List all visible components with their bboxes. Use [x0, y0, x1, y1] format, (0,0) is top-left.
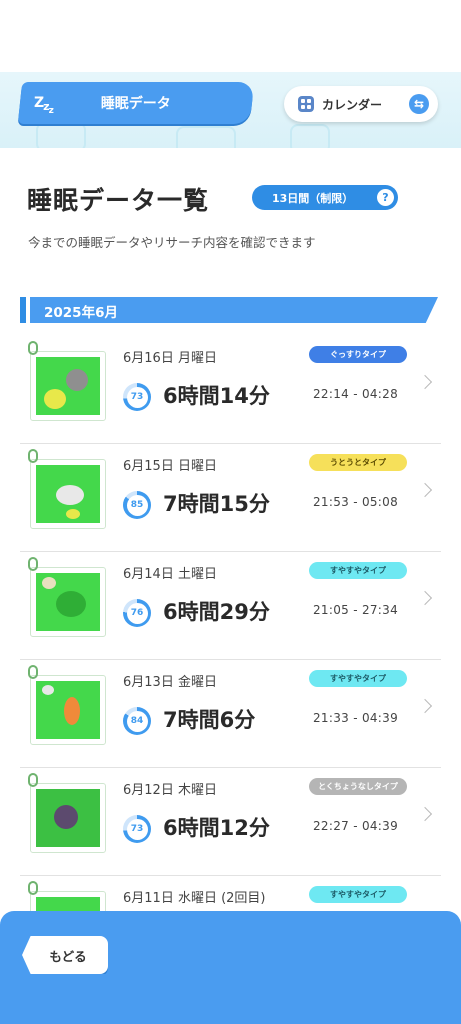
sleep-score-ring: 85: [123, 491, 151, 519]
sleep-duration: 7時間15分: [163, 492, 270, 516]
decor-shape: [36, 122, 86, 148]
sleep-time-range: 21:05 - 27:34: [313, 603, 399, 617]
back-button[interactable]: もどる: [22, 936, 108, 974]
sleep-duration: 6時間12分: [163, 816, 270, 840]
sleep-type-badge: すやすやタイプ: [309, 562, 407, 579]
calendar-button[interactable]: カレンダー ⇆: [284, 86, 438, 122]
days-limit-badge[interactable]: 13日間（制限） ?: [252, 185, 398, 210]
record-date: 6月11日 水曜日 (2回目): [123, 891, 266, 906]
sleep-duration: 7時間6分: [163, 708, 256, 732]
sleep-thumbnail-image: [36, 465, 100, 523]
days-limit-label: 13日間（制限）: [272, 191, 354, 205]
chevron-right-icon: [417, 806, 433, 822]
sleep-score-ring: 76: [123, 599, 151, 627]
record-date: 6月14日 土曜日: [123, 567, 217, 582]
sleep-data-tab[interactable]: Zzz 睡眠データ: [20, 82, 252, 124]
sleep-thumbnail-frame: [30, 567, 106, 637]
sleep-type-badge: すやすやタイプ: [309, 670, 407, 687]
sleep-thumbnail-frame: [30, 783, 106, 853]
sleep-type-badge: うとうとタイプ: [309, 454, 407, 471]
sleep-score: 73: [126, 818, 148, 840]
month-header: 2025年6月: [20, 297, 438, 323]
sleep-thumbnail-frame: [30, 675, 106, 745]
paperclip-icon: [28, 665, 38, 679]
sleep-type-badge: すやすやタイプ: [309, 886, 407, 903]
calendar-icon: [298, 96, 314, 112]
sleep-record-row[interactable]: 6月12日 木曜日 とくちょうなしタイプ 73 6時間12分 22:27 - 0…: [20, 769, 441, 876]
record-date: 6月12日 木曜日: [123, 783, 217, 798]
paperclip-icon: [28, 881, 38, 895]
sleep-thumbnail-image: [36, 789, 100, 847]
sleep-data-screen: Zzz 睡眠データ カレンダー ⇆ 睡眠データ一覧 13日間（制限） ? 今まで…: [0, 0, 461, 1024]
sleep-duration: 6時間14分: [163, 384, 270, 408]
page-title: 睡眠データ一覧: [27, 186, 210, 215]
sleep-thumbnail-image: [36, 357, 100, 415]
paperclip-icon: [28, 449, 38, 463]
chevron-right-icon: [417, 698, 433, 714]
sleep-time-range: 22:14 - 04:28: [313, 387, 399, 401]
sleep-type-badge: とくちょうなしタイプ: [309, 778, 407, 795]
chevron-right-icon: [417, 482, 433, 498]
page-subtitle: 今までの睡眠データやリサーチ内容を確認できます: [28, 235, 316, 250]
sleep-data-tab-label: 睡眠データ: [100, 96, 171, 112]
sleep-time-range: 22:27 - 04:39: [313, 819, 399, 833]
decor-shape: [176, 126, 236, 148]
chevron-right-icon: [417, 374, 433, 390]
sleep-record-row[interactable]: 6月16日 月曜日 ぐっすりタイプ 73 6時間14分 22:14 - 04:2…: [20, 337, 441, 444]
sleep-thumbnail-frame: [30, 459, 106, 529]
record-date: 6月16日 月曜日: [123, 351, 217, 366]
sleep-time-range: 21:53 - 05:08: [313, 495, 399, 509]
sleep-score: 84: [126, 710, 148, 732]
sleep-score-ring: 84: [123, 707, 151, 735]
sleep-score: 85: [126, 494, 148, 516]
month-label: 2025年6月: [44, 305, 118, 321]
chevron-right-icon: [417, 590, 433, 606]
help-icon[interactable]: ?: [377, 189, 394, 206]
sleep-type-badge: ぐっすりタイプ: [309, 346, 407, 363]
sleep-zzz-icon: Zzz: [34, 95, 54, 116]
sleep-record-row[interactable]: 6月13日 金曜日 すやすやタイプ 84 7時間6分 21:33 - 04:39: [20, 661, 441, 768]
sleep-thumbnail-image: [36, 681, 100, 739]
decor-shape: [290, 124, 330, 148]
swap-icon: ⇆: [409, 94, 429, 114]
paperclip-icon: [28, 773, 38, 787]
sleep-thumbnail-frame: [30, 351, 106, 421]
record-date: 6月13日 金曜日: [123, 675, 217, 690]
record-date: 6月15日 日曜日: [123, 459, 217, 474]
month-header-edge: [20, 297, 26, 323]
sleep-score: 76: [126, 602, 148, 624]
sleep-thumbnail-image: [36, 573, 100, 631]
sleep-score-ring: 73: [123, 383, 151, 411]
sleep-record-row[interactable]: 6月14日 土曜日 すやすやタイプ 76 6時間29分 21:05 - 27:3…: [20, 553, 441, 660]
calendar-button-label: カレンダー: [322, 97, 383, 112]
paperclip-icon: [28, 341, 38, 355]
sleep-record-row[interactable]: 6月15日 日曜日 うとうとタイプ 85 7時間15分 21:53 - 05:0…: [20, 445, 441, 552]
sleep-score-ring: 73: [123, 815, 151, 843]
sleep-time-range: 21:33 - 04:39: [313, 711, 399, 725]
sleep-score: 73: [126, 386, 148, 408]
paperclip-icon: [28, 557, 38, 571]
sleep-duration: 6時間29分: [163, 600, 270, 624]
